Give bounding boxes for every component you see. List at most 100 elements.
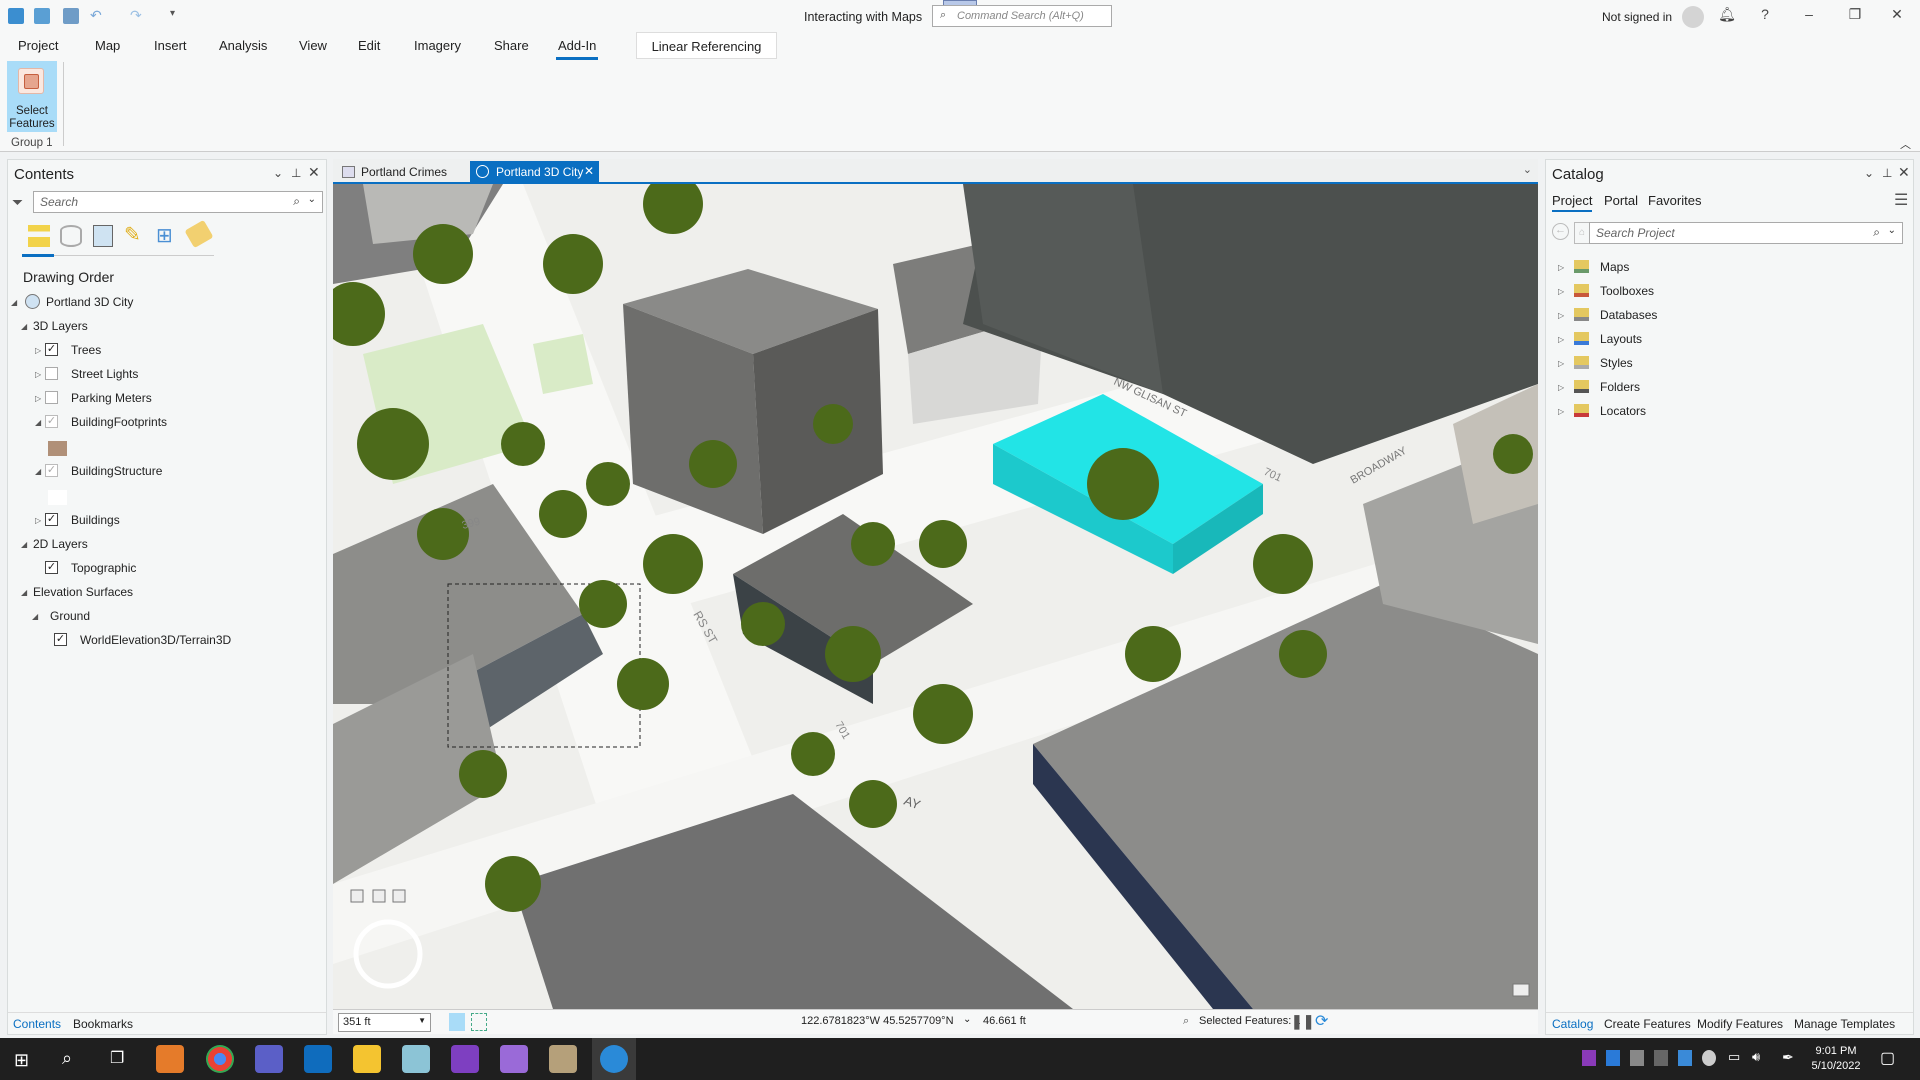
visibility-checkbox[interactable] (45, 391, 58, 404)
collapse-ribbon-icon[interactable]: ︿ (1900, 136, 1911, 152)
visibility-checkbox[interactable]: ✓ (45, 561, 58, 574)
tab-list-icon[interactable]: ⌄ (1523, 163, 1532, 176)
visibility-checkbox[interactable]: ✓ (45, 415, 58, 428)
tree-layer-terrain3d[interactable]: ✓WorldElevation3D/Terrain3D (46, 633, 197, 647)
expand-icon[interactable]: ▷ (1558, 335, 1564, 344)
menu-icon[interactable]: ☰ (1894, 190, 1908, 210)
3d-scene[interactable]: NW GLISAN ST BROADWAY 701 399 701 RS ST … (333, 184, 1538, 1009)
building-footprints-symbol[interactable] (48, 441, 67, 456)
tab-imagery[interactable]: Imagery (412, 38, 463, 57)
tab-add-in[interactable]: Add-In (556, 38, 598, 60)
network-icon[interactable]: ▭ (1728, 1049, 1740, 1065)
notifications-icon[interactable]: 🔔︎ (1716, 6, 1738, 23)
help-icon[interactable]: ? (1754, 6, 1776, 22)
minimize-button[interactable]: – (1798, 6, 1820, 22)
security-icon[interactable] (1678, 1050, 1692, 1066)
visual-studio-icon[interactable] (451, 1045, 479, 1073)
save-project-icon[interactable] (63, 8, 79, 24)
tree-map-portland-3d-city[interactable]: ◢Portland 3D City (11, 295, 98, 309)
snapping-toggle-icon[interactable] (449, 1013, 465, 1031)
open-project-icon[interactable] (34, 8, 50, 24)
tab-catalog[interactable]: Catalog (1552, 1017, 1593, 1031)
expand-icon[interactable]: ▷ (1558, 263, 1564, 272)
tree-layer-street-lights[interactable]: ▷Street Lights (35, 367, 102, 381)
tab-portal[interactable]: Portal (1604, 193, 1638, 208)
visibility-checkbox[interactable]: ✓ (45, 464, 58, 477)
expand-icon[interactable]: ▷ (1558, 359, 1564, 368)
avatar[interactable] (1682, 6, 1704, 28)
catalog-item-folders[interactable]: ▷Folders (1558, 380, 1598, 394)
visibility-checkbox[interactable]: ✓ (54, 633, 67, 646)
pin-icon[interactable]: ⊥ (291, 166, 301, 180)
redo-icon[interactable]: ↷ (130, 7, 142, 24)
media-app-icon[interactable] (156, 1045, 184, 1073)
teams-icon[interactable] (255, 1045, 283, 1073)
list-by-selection-icon[interactable] (93, 225, 113, 247)
catalog-search-input[interactable]: Search Project⌕⌄ (1589, 222, 1903, 244)
catalog-item-maps[interactable]: ▷Maps (1558, 260, 1587, 274)
defender-icon[interactable] (1702, 1050, 1716, 1066)
tree-layer-topographic[interactable]: ✓Topographic (35, 561, 100, 575)
tab-view[interactable]: View (297, 38, 329, 57)
tree-layer-trees[interactable]: ▷✓Trees (35, 343, 65, 357)
map-tab-portland-crimes[interactable]: Portland Crimes (337, 162, 455, 182)
tree-group-2d-layers[interactable]: ◢2D Layers (21, 537, 76, 551)
selected-features-count[interactable]: Selected Features: 1 (1199, 1015, 1301, 1027)
list-by-drawing-order-icon[interactable] (28, 225, 50, 247)
sign-in-status[interactable]: Not signed in (1602, 10, 1672, 24)
list-by-snapping-icon[interactable]: ⊞ (156, 223, 173, 248)
building-structure-symbol[interactable] (48, 490, 67, 505)
onedrive-icon[interactable] (1654, 1050, 1668, 1066)
clock[interactable]: 9:01 PM5/10/2022 (1808, 1044, 1864, 1074)
list-by-labeling-icon[interactable] (184, 220, 213, 248)
pane-options-icon[interactable]: ⌄ (1864, 166, 1874, 180)
list-by-source-icon[interactable] (60, 225, 82, 247)
chrome-icon[interactable] (206, 1045, 234, 1073)
tab-bookmarks[interactable]: Bookmarks (73, 1017, 133, 1031)
task-view-icon[interactable]: ❐ (110, 1048, 124, 1068)
catalog-item-databases[interactable]: ▷Databases (1558, 308, 1615, 322)
close-tab-icon[interactable]: ✕ (584, 164, 594, 178)
paint-icon[interactable] (549, 1045, 577, 1073)
pane-options-icon[interactable]: ⌄ (273, 166, 283, 180)
catalog-item-locators[interactable]: ▷Locators (1558, 404, 1604, 418)
catalog-item-styles[interactable]: ▷Styles (1558, 356, 1591, 370)
select-features-button[interactable]: Select Features (7, 61, 57, 132)
map-tab-portland-3d-city[interactable]: Portland 3D City✕ (470, 161, 599, 182)
map-view[interactable]: NW GLISAN ST BROADWAY 701 399 701 RS ST … (333, 184, 1538, 1009)
search-icon[interactable]: ⌕ (62, 1048, 72, 1069)
file-explorer-icon[interactable] (353, 1045, 381, 1073)
scale-dropdown[interactable]: 351 ft▼ (338, 1013, 431, 1032)
tab-manage-templates[interactable]: Manage Templates (1794, 1017, 1895, 1031)
catalog-item-layouts[interactable]: ▷Layouts (1558, 332, 1600, 346)
list-by-editing-icon[interactable]: ✎ (124, 222, 141, 247)
customize-toolbar-icon[interactable]: ▾ (170, 8, 175, 19)
visibility-checkbox[interactable]: ✓ (45, 343, 58, 356)
grid-toggle-icon[interactable] (471, 1013, 487, 1031)
contents-search-input[interactable]: Search⌕⌄ (33, 191, 323, 213)
back-icon[interactable]: ← (1552, 223, 1569, 240)
undo-icon[interactable]: ↶ (90, 7, 102, 24)
close-button[interactable]: ✕ (1886, 6, 1908, 23)
catalog-item-toolboxes[interactable]: ▷Toolboxes (1558, 284, 1612, 298)
pen-icon[interactable]: ✒ (1782, 1049, 1794, 1066)
restore-button[interactable]: ❐ (1844, 6, 1866, 23)
outlook-icon[interactable] (304, 1045, 332, 1073)
tree-layer-building-structure[interactable]: ◢✓BuildingStructure (35, 464, 126, 478)
tree-group-elevation-surfaces[interactable]: ◢Elevation Surfaces (21, 585, 121, 599)
notepad-app-icon[interactable] (402, 1045, 430, 1073)
refresh-button[interactable]: ⟳ (1315, 1011, 1328, 1031)
visibility-checkbox[interactable]: ✓ (45, 513, 58, 526)
new-project-icon[interactable] (8, 8, 24, 24)
tab-share[interactable]: Share (492, 38, 531, 57)
notification-center-icon[interactable]: ▢ (1880, 1048, 1895, 1068)
tray-icon[interactable] (1630, 1050, 1644, 1066)
tree-group-3d-layers[interactable]: ◢3D Layers (21, 319, 76, 333)
home-icon[interactable]: ⌂ (1574, 222, 1590, 244)
volume-icon[interactable]: 🔊︎ (1752, 1049, 1760, 1065)
tray-icon[interactable] (1606, 1050, 1620, 1066)
tab-favorites[interactable]: Favorites (1648, 193, 1701, 208)
tree-layer-parking-meters[interactable]: ▷Parking Meters (35, 391, 116, 405)
windows-start-icon[interactable]: ⊞ (14, 1050, 29, 1071)
tree-group-ground[interactable]: ◢Ground (32, 609, 72, 623)
